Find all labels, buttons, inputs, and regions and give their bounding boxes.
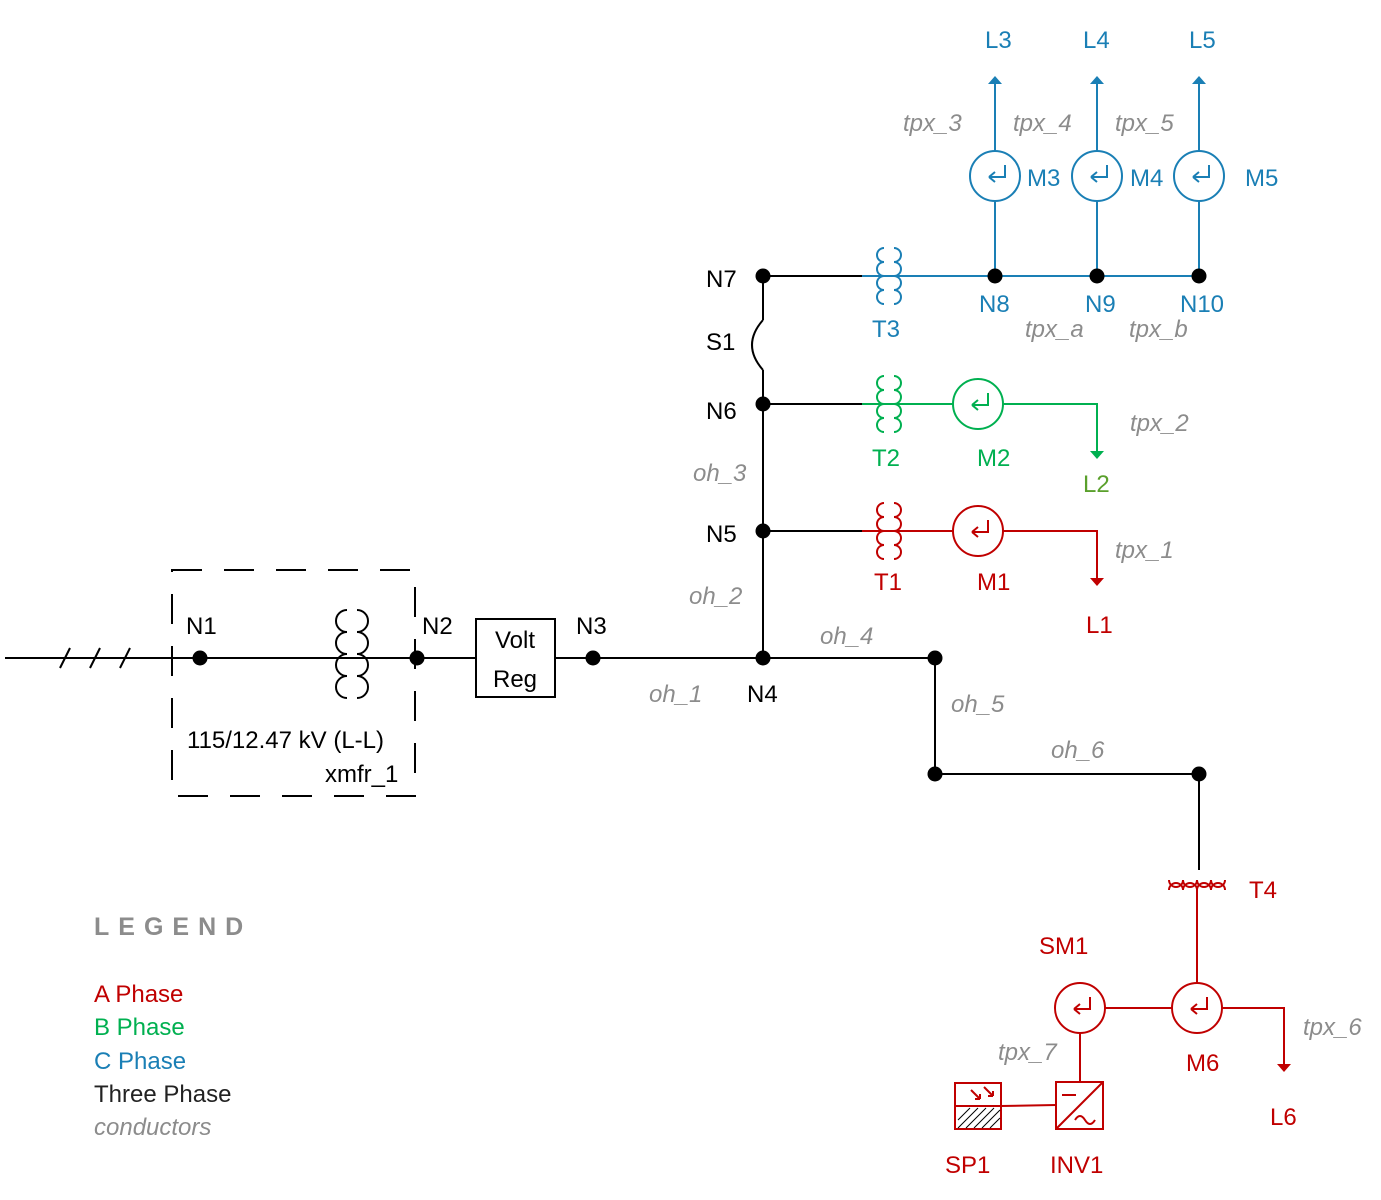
meter-m6-label: M6 [1186,1050,1219,1077]
conductor-oh-6: oh_6 [1051,737,1105,764]
load-arrow-icon [988,76,1206,84]
regulator-label-2: Reg [493,666,537,693]
node-n1-label: N1 [186,613,217,640]
legend-b-phase: B Phase [94,1014,185,1041]
conductor-tpx-1: tpx_1 [1115,537,1174,564]
solar-sp1-label: SP1 [945,1152,990,1179]
node-n8-label: N8 [979,291,1010,318]
load-l3-label: L3 [985,27,1012,54]
legend-c-phase: C Phase [94,1048,186,1075]
load-l5-label: L5 [1189,27,1216,54]
meter-m4-label: M4 [1130,165,1163,192]
transformer-t1-label: T1 [874,569,902,596]
conductor-tpx-b: tpx_b [1129,316,1188,343]
node-n6-label: N6 [706,398,737,425]
node-n2[interactable] [409,650,425,666]
junction [1191,766,1207,782]
conductor-tpx-5: tpx_5 [1115,110,1174,137]
node-n9-label: N9 [1085,291,1116,318]
load-l1-label: L1 [1086,612,1113,639]
inverter-inv1-label: INV1 [1050,1152,1103,1179]
feeder-one-line-diagram: N1 N2 115/12.47 kV (L-L) xmfr_1 Volt Reg… [5,27,1362,1179]
legend-a-phase: A Phase [94,981,183,1008]
trunk-line [751,275,862,658]
substation-transformer-icon [335,609,369,699]
node-n10[interactable] [1191,268,1207,284]
meter-m1-label: M1 [977,569,1010,596]
node-n2-label: N2 [422,613,453,640]
node-n9[interactable] [1089,268,1105,284]
regulator-label-1: Volt [495,627,535,654]
conductor-tpx-3: tpx_3 [903,110,962,137]
legend: LEGEND A Phase B Phase C Phase Three Pha… [94,913,252,1141]
node-n3-label: N3 [576,613,607,640]
lateral-line [934,658,1200,870]
node-n10-label: N10 [1180,291,1224,318]
conductor-oh-2: oh_2 [689,583,742,610]
node-n5[interactable] [755,523,771,539]
node-n7-label: N7 [706,266,737,293]
meter-sm1-label: SM1 [1039,933,1088,960]
legend-title: LEGEND [94,913,252,941]
conductor-tpx-2: tpx_2 [1130,410,1189,437]
node-n6[interactable] [755,396,771,412]
load-arrow-icon [1090,578,1104,586]
transformer-t4-label: T4 [1249,877,1277,904]
node-n7[interactable] [755,268,771,284]
main-feeder-line [5,647,935,669]
conductor-oh-4: oh_4 [820,623,873,650]
meter-m5-label: M5 [1245,165,1278,192]
junction [927,766,943,782]
substation-name: xmfr_1 [325,761,398,788]
conductor-oh-5: oh_5 [951,691,1005,718]
node-n8[interactable] [987,268,1003,284]
node-n4-label: N4 [747,681,778,708]
node-n5-label: N5 [706,521,737,548]
meter-m3-label: M3 [1027,165,1060,192]
junction [927,650,943,666]
a-phase-der-branch [954,879,1291,1130]
transformer-t2-label: T2 [872,445,900,472]
load-l4-label: L4 [1083,27,1110,54]
conductor-tpx-a: tpx_a [1025,316,1084,343]
conductor-tpx-4: tpx_4 [1013,110,1072,137]
node-n3[interactable] [585,650,601,666]
load-l6-label: L6 [1270,1104,1297,1131]
conductor-tpx-6: tpx_6 [1303,1014,1362,1041]
meter-m2-label: M2 [977,445,1010,472]
conductor-tpx-7: tpx_7 [998,1039,1058,1066]
node-n1[interactable] [192,650,208,666]
transformer-t3-label: T3 [872,316,900,343]
switch-s1-label: S1 [706,329,735,356]
conductor-oh-3: oh_3 [693,460,747,487]
load-arrow-icon [1090,451,1104,459]
load-arrow-icon [1277,1064,1291,1072]
substation-rating: 115/12.47 kV (L-L) [187,727,384,754]
legend-conductors: conductors [94,1114,211,1141]
legend-three-phase: Three Phase [94,1081,231,1108]
conductor-oh-1: oh_1 [649,681,702,708]
load-l2-label: L2 [1083,471,1110,498]
node-n4[interactable] [755,650,771,666]
